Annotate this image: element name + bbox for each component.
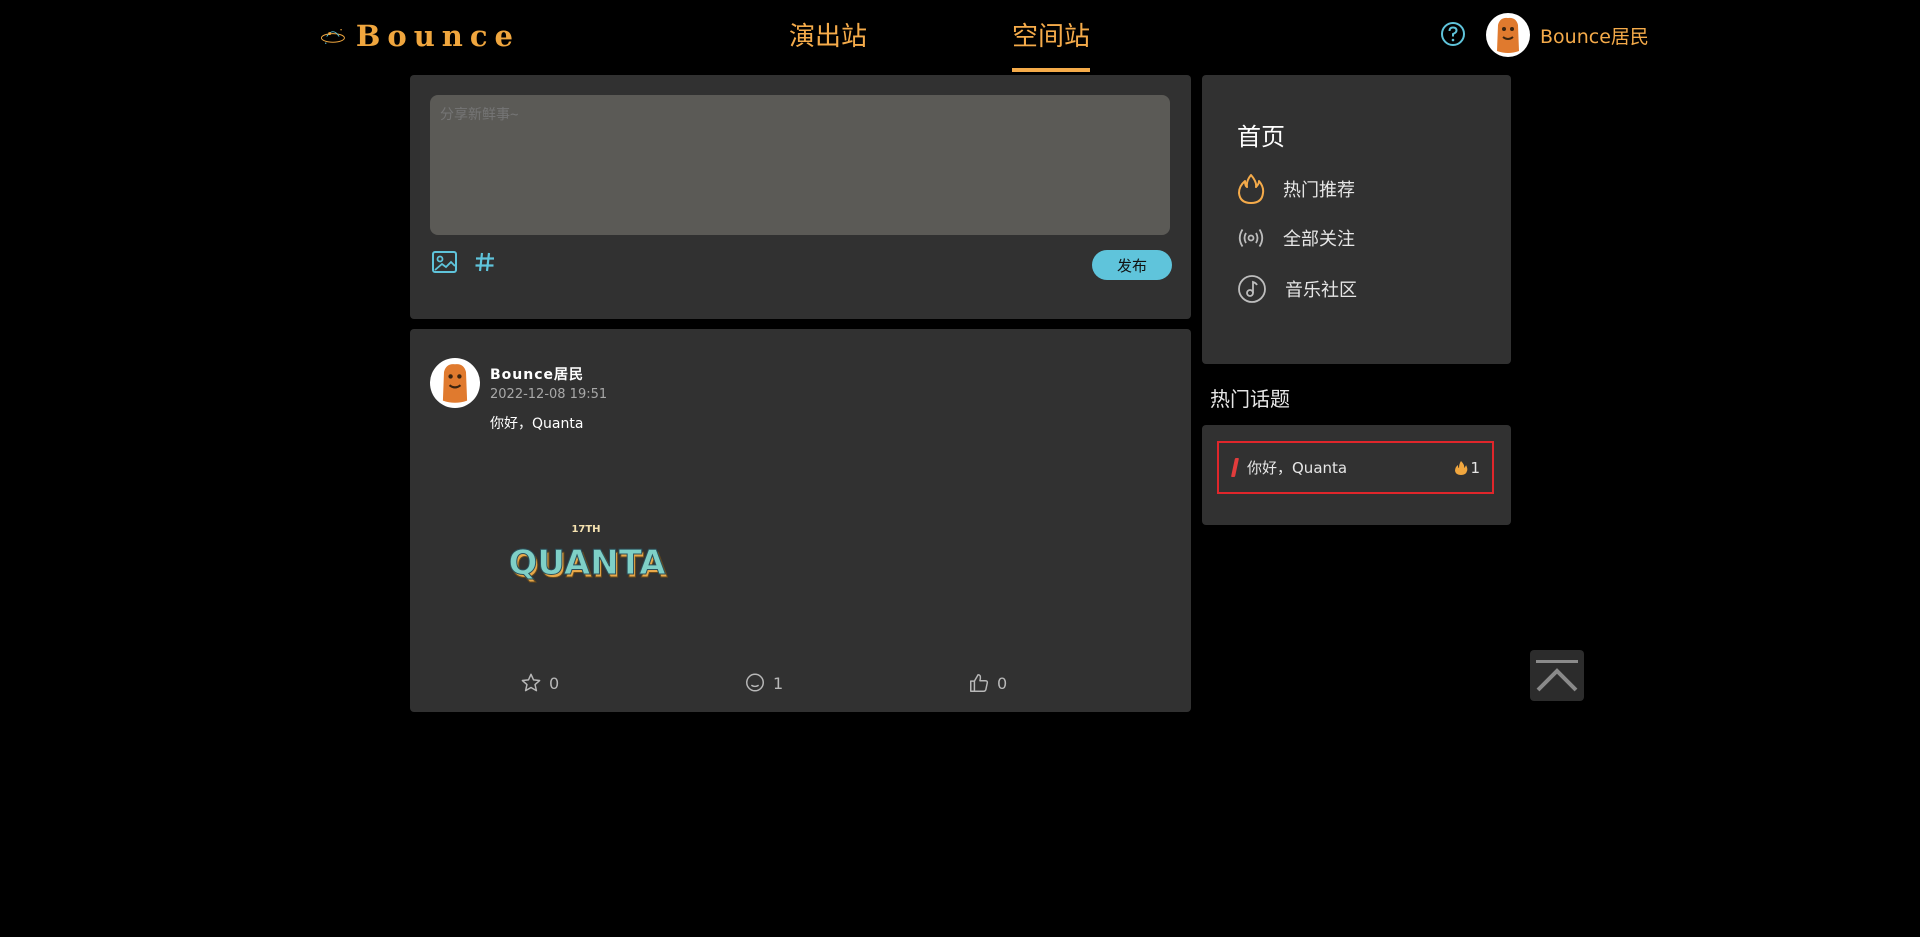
flame-icon <box>1455 460 1468 475</box>
tab-label: 空间站 <box>1012 22 1091 52</box>
sidebar-item-label: 热门推荐 <box>1283 180 1355 201</box>
comment-button[interactable]: 1 <box>744 672 783 694</box>
username-link[interactable]: Bounce居民 <box>1540 22 1649 49</box>
flame-icon <box>1238 174 1265 204</box>
hot-topic-label: 你好，Quanta <box>1247 459 1348 477</box>
like-count: 0 <box>997 673 1008 693</box>
thumbs-up-icon <box>970 674 989 692</box>
star-icon <box>521 673 541 692</box>
composer-panel: 发布 <box>410 75 1191 319</box>
logo-text: Bounce <box>355 19 520 53</box>
image-icon[interactable] <box>431 250 458 278</box>
like-button[interactable]: 0 <box>968 672 1007 694</box>
sidebar-item-music[interactable]: 音乐社区 <box>1237 274 1357 304</box>
sidebar-title: 首页 <box>1237 123 1285 151</box>
back-to-top-button[interactable] <box>1530 650 1584 701</box>
broadcast-icon <box>1238 229 1264 247</box>
user-avatar[interactable] <box>1486 13 1530 57</box>
sidebar-panel: 首页 热门推荐 全部关注 音乐社区 <box>1202 75 1511 364</box>
tab-label: 演出站 <box>789 22 868 52</box>
post-author-avatar[interactable] <box>430 358 480 408</box>
chevron-up-icon <box>1536 659 1578 691</box>
publish-button[interactable]: 发布 <box>1092 250 1172 280</box>
ufo-logo-icon <box>320 29 345 44</box>
post-timestamp: 2022-12-08 19:51 <box>490 387 608 402</box>
favorite-count: 0 <box>549 673 560 693</box>
sidebar-item-label: 音乐社区 <box>1285 280 1357 301</box>
hashtag-icon[interactable] <box>473 250 497 278</box>
help-icon[interactable] <box>1440 21 1466 51</box>
post-card: Bounce居民 2022-12-08 19:51 你好，Quanta 17TH… <box>410 329 1191 712</box>
sidebar-item-hot[interactable]: 热门推荐 <box>1237 173 1355 205</box>
post-author-name[interactable]: Bounce居民 <box>490 364 584 384</box>
logo[interactable]: Bounce <box>320 14 520 58</box>
hot-topic-item[interactable]: 你好，Quanta 1 <box>1217 441 1494 494</box>
hot-topics-title: 热门话题 <box>1210 387 1290 411</box>
hot-topic-count: 1 <box>1470 458 1480 477</box>
sidebar-item-following[interactable]: 全部关注 <box>1237 224 1355 252</box>
post-input[interactable] <box>430 95 1170 235</box>
music-disc-icon <box>1238 275 1266 303</box>
tab-performance-station[interactable]: 演出站 <box>789 16 867 72</box>
tab-space-station[interactable]: 空间站 <box>1012 16 1091 72</box>
image-wordmark-overlay: QUANTA <box>510 543 666 583</box>
comment-icon <box>746 673 764 692</box>
image-badge: 17TH <box>571 524 600 535</box>
topic-marker <box>1230 458 1240 477</box>
avatar-image <box>1497 17 1519 53</box>
post-content: 你好，Quanta <box>490 416 584 432</box>
avatar-image <box>442 364 468 403</box>
comment-count: 1 <box>773 673 784 693</box>
hot-topic-heat: 1 <box>1454 459 1480 477</box>
post-image[interactable]: 17TH QUANTA QUANTA <box>508 517 670 597</box>
hot-topics-panel: 你好，Quanta 1 <box>1202 425 1511 525</box>
sidebar-item-label: 全部关注 <box>1283 229 1355 250</box>
favorite-button[interactable]: 0 <box>520 672 559 694</box>
